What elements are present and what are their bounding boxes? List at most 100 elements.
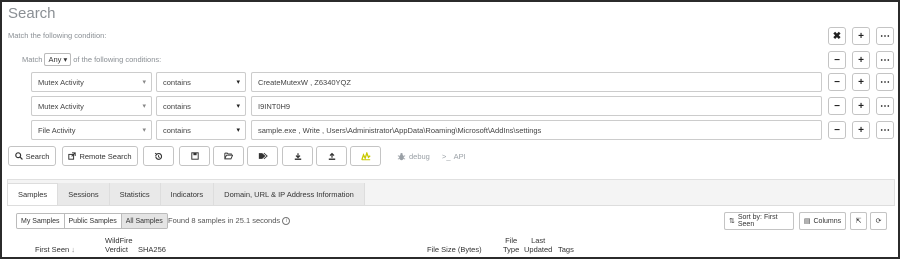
tab-indicators[interactable]: Indicators: [160, 183, 215, 205]
add-condition-button[interactable]: +: [852, 51, 870, 69]
plus-icon: +: [858, 54, 864, 66]
column-last-label: Last: [531, 236, 546, 245]
remove-condition-button[interactable]: −: [828, 73, 846, 91]
column-first-seen[interactable]: First Seen ↓: [35, 245, 75, 254]
column-wildfire-verdict[interactable]: WildFire Verdict: [105, 236, 133, 254]
filter-all-samples[interactable]: All Samples: [121, 214, 167, 228]
upload-button[interactable]: [316, 146, 347, 166]
remove-condition-button[interactable]: −: [828, 97, 846, 115]
plus-icon: +: [858, 100, 864, 112]
autofocus-chart-button[interactable]: [350, 146, 381, 166]
group-more-button[interactable]: ⋯: [876, 51, 894, 69]
ellipsis-icon: ⋯: [880, 100, 890, 112]
caret-down-icon: ▾: [236, 103, 240, 110]
save-icon: [190, 152, 199, 160]
match-mode-select[interactable]: Any ▾: [44, 53, 72, 66]
plus-icon: +: [858, 30, 864, 42]
condition-field-select[interactable]: Mutex Activity ▾: [31, 72, 152, 92]
ellipsis-icon: ⋯: [880, 54, 890, 66]
sort-icon: ⇅: [729, 218, 735, 225]
debug-label: debug: [409, 152, 430, 161]
refresh-button[interactable]: ⟳: [870, 212, 887, 230]
remote-search-button[interactable]: Remote Search: [62, 146, 138, 166]
more-button[interactable]: ⋯: [876, 27, 894, 45]
columns-button[interactable]: ▤ Columns: [799, 212, 846, 230]
condition-value-input[interactable]: I9INT0H9: [251, 96, 822, 116]
remove-group-button[interactable]: −: [828, 51, 846, 69]
match-prefix: Match: [22, 55, 43, 64]
condition-operator-value: contains: [163, 102, 191, 111]
download-button[interactable]: [282, 146, 313, 166]
columns-icon: ▤: [803, 218, 811, 225]
filter-my-samples[interactable]: My Samples: [17, 214, 65, 228]
condition-operator-select[interactable]: contains ▾: [156, 120, 246, 140]
condition-more-button[interactable]: ⋯: [876, 121, 894, 139]
column-first-seen-label: First Seen: [35, 245, 70, 254]
api-label: API: [453, 152, 466, 161]
search-panel: Search ✖ + ⋯ Match the following conditi…: [0, 0, 900, 259]
column-wildfire-label: WildFire: [105, 236, 133, 245]
caret-down-icon: ▾: [236, 79, 240, 86]
external-link-icon: [68, 152, 77, 160]
add-condition-button[interactable]: +: [852, 73, 870, 91]
add-group-button[interactable]: +: [852, 27, 870, 45]
download-icon: [294, 152, 301, 160]
sample-scope-filter: My Samples Public Samples All Samples: [16, 213, 168, 229]
bug-icon: [397, 152, 406, 161]
refresh-icon: ⟳: [875, 218, 882, 225]
results-count-text: Found 8 samples in 25.1 seconds: [168, 216, 281, 225]
history-button[interactable]: [143, 146, 174, 166]
search-button[interactable]: Search: [8, 146, 56, 166]
ellipsis-icon: ⋯: [880, 124, 890, 136]
save-button[interactable]: [179, 146, 210, 166]
condition-field-select[interactable]: Mutex Activity ▾: [31, 96, 152, 116]
column-last-updated[interactable]: Last Updated: [524, 236, 552, 254]
close-button[interactable]: ✖: [828, 27, 846, 45]
condition-more-button[interactable]: ⋯: [876, 73, 894, 91]
caret-down-icon: ▾: [63, 55, 68, 64]
tab-samples[interactable]: Samples: [7, 183, 59, 205]
condition-value-text: I9INT0H9: [258, 102, 291, 111]
add-condition-button[interactable]: +: [852, 97, 870, 115]
remove-condition-button[interactable]: −: [828, 121, 846, 139]
column-sha256[interactable]: SHA256: [138, 245, 166, 254]
condition-operator-value: contains: [163, 78, 191, 87]
tags-button[interactable]: [247, 146, 278, 166]
history-icon: [154, 152, 163, 160]
column-type-label: Type: [503, 245, 520, 254]
column-file-label: File: [505, 236, 518, 245]
condition-value-input[interactable]: CreateMutexW , Z6340YQZ: [251, 72, 822, 92]
sort-button[interactable]: ⇅ Sort by: First Seen: [724, 212, 794, 230]
open-external-button[interactable]: ⇱: [850, 212, 867, 230]
condition-more-button[interactable]: ⋯: [876, 97, 894, 115]
condition-operator-select[interactable]: contains ▾: [156, 96, 246, 116]
columns-label: Columns: [813, 217, 842, 225]
chart-icon: [360, 151, 371, 160]
tab-domain-url-ip[interactable]: Domain, URL & IP Address Information: [214, 183, 365, 205]
column-file-type[interactable]: File Type: [503, 236, 519, 254]
info-icon: i: [282, 217, 291, 226]
upload-icon: [328, 152, 335, 160]
condition-value-input[interactable]: sample.exe , Write , Users\Administrator…: [251, 120, 822, 140]
tab-statistics[interactable]: Statistics: [109, 183, 161, 205]
api-toggle[interactable]: >_ API: [442, 152, 466, 161]
condition-operator-select[interactable]: contains ▾: [156, 72, 246, 92]
minus-icon: −: [834, 100, 840, 112]
remote-search-label: Remote Search: [79, 151, 132, 161]
open-folder-button[interactable]: [213, 146, 244, 166]
filter-public-samples[interactable]: Public Samples: [64, 214, 122, 228]
column-tags[interactable]: Tags: [558, 245, 574, 254]
condition-operator-value: contains: [163, 126, 191, 135]
page-title: Search: [8, 5, 56, 22]
column-verdict-label: Verdict: [105, 245, 128, 254]
debug-toggle[interactable]: debug: [397, 152, 430, 161]
tab-sessions[interactable]: Sessions: [58, 183, 110, 205]
caret-down-icon: ▾: [142, 79, 146, 86]
column-file-size[interactable]: File Size (Bytes): [427, 245, 482, 254]
search-button-label: Search: [25, 151, 50, 161]
condition-field-select[interactable]: File Activity ▾: [31, 120, 152, 140]
condition-value-text: CreateMutexW , Z6340YQZ: [258, 78, 351, 87]
add-condition-button[interactable]: +: [852, 121, 870, 139]
match-mode-value: Any: [48, 55, 62, 64]
plus-icon: +: [858, 124, 864, 136]
